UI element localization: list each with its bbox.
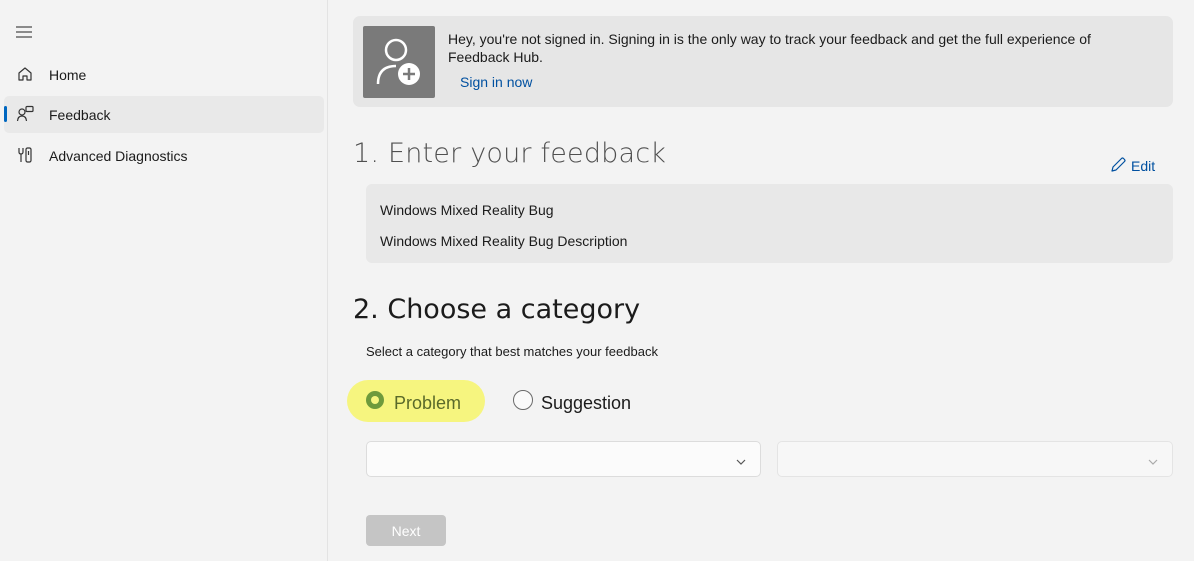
sidebar-item-home[interactable]: Home	[4, 56, 324, 93]
category-dropdown[interactable]	[366, 441, 761, 477]
subcategory-dropdown[interactable]	[777, 441, 1173, 477]
radio-unselected-indicator	[513, 390, 533, 410]
sidebar-item-label: Feedback	[49, 107, 111, 123]
main-content: Hey, you're not signed in. Signing in is…	[329, 0, 1194, 561]
home-icon	[16, 65, 34, 83]
feedback-summary: Windows Mixed Reality Bug Windows Mixed …	[366, 184, 1173, 263]
active-indicator	[4, 106, 7, 122]
sidebar-item-label: Advanced Diagnostics	[49, 148, 188, 164]
signin-message: Hey, you're not signed in. Signing in is…	[448, 31, 1091, 65]
next-button[interactable]: Next	[366, 515, 446, 546]
suggestion-label: Suggestion	[541, 393, 632, 413]
step1-heading: 1. Enter your feedback	[353, 138, 667, 169]
feedback-title: Windows Mixed Reality Bug	[380, 202, 554, 218]
edit-label: Edit	[1131, 158, 1156, 174]
feedback-icon	[16, 105, 34, 123]
sidebar-item-label: Home	[49, 67, 87, 83]
sidebar-item-advanced-diagnostics[interactable]: Advanced Diagnostics	[4, 137, 324, 174]
problem-radio[interactable]: Problem	[347, 380, 485, 422]
sidebar: Home Feedback Advanced Diagnostics	[0, 0, 328, 561]
hamburger-menu-icon[interactable]	[14, 24, 34, 40]
radio-selected-indicator	[366, 391, 384, 409]
sign-in-link[interactable]: Sign in now	[460, 74, 532, 90]
category-instructions: Select a category that best matches your…	[366, 344, 658, 359]
feedback-description: Windows Mixed Reality Bug Description	[380, 233, 628, 249]
pencil-icon	[1109, 156, 1127, 177]
step2-heading: 2. Choose a category	[353, 294, 641, 325]
signin-banner: Hey, you're not signed in. Signing in is…	[353, 16, 1173, 107]
chevron-down-icon	[1148, 454, 1158, 465]
add-user-icon	[363, 26, 435, 98]
edit-button[interactable]: Edit	[1109, 155, 1155, 177]
chevron-down-icon	[736, 454, 746, 465]
diagnostics-icon	[16, 146, 34, 164]
sidebar-item-feedback[interactable]: Feedback	[4, 96, 324, 133]
problem-label: Problem	[394, 393, 462, 413]
